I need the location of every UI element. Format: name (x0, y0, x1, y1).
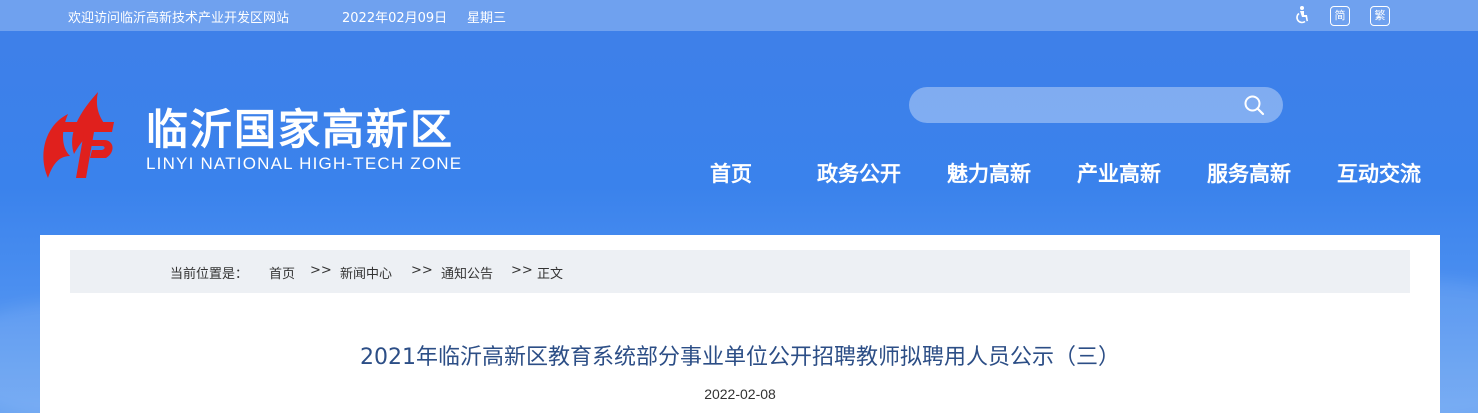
nav-item-government-affairs[interactable]: 政务公开 (817, 158, 901, 188)
breadcrumb-prefix: 当前位置是： (170, 267, 249, 282)
site-subtitle: LINYI NATIONAL HIGH-TECH ZONE (146, 154, 463, 173)
accessibility-icon[interactable] (1292, 5, 1312, 25)
breadcrumb-separator: >> (310, 263, 332, 278)
content-panel: 当前位置是： 首页 >> 新闻中心 >> 通知公告 >> 正文 2021年临沂高… (40, 235, 1440, 413)
nav-item-service[interactable]: 服务高新 (1207, 158, 1291, 188)
nav-item-home[interactable]: 首页 (710, 158, 752, 188)
site-title[interactable]: 临沂国家高新区 (146, 96, 454, 157)
top-bar: 欢迎访问临沂高新技术产业开发区网站 2022年02月09日 星期三 简 繁 (0, 0, 1478, 31)
welcome-text: 欢迎访问临沂高新技术产业开发区网站 (68, 11, 290, 26)
breadcrumb-item-news-center[interactable]: 新闻中心 (340, 263, 392, 282)
search-box (909, 87, 1283, 123)
page: 欢迎访问临沂高新技术产业开发区网站 2022年02月09日 星期三 简 繁 临沂… (0, 0, 1478, 413)
search-icon[interactable] (1243, 94, 1265, 116)
traditional-chinese-button[interactable]: 繁 (1370, 6, 1390, 26)
article-title: 2021年临沂高新区教育系统部分事业单位公开招聘教师拟聘用人员公示（三） (360, 345, 1120, 370)
current-date: 2022年02月09日 (342, 11, 448, 26)
breadcrumb-separator: >> (411, 263, 433, 278)
breadcrumb: 当前位置是： 首页 >> 新闻中心 >> 通知公告 >> 正文 (70, 250, 1410, 293)
current-weekday: 星期三 (467, 11, 507, 26)
site-logo-icon[interactable] (40, 86, 120, 186)
breadcrumb-item-home[interactable]: 首页 (269, 263, 295, 282)
article-date: 2022-02-08 (704, 386, 776, 402)
breadcrumb-item-notices[interactable]: 通知公告 (441, 263, 493, 282)
nav-item-interaction[interactable]: 互动交流 (1337, 158, 1421, 188)
breadcrumb-separator: >> (511, 263, 533, 278)
search-input[interactable] (923, 93, 1237, 119)
nav-item-charm[interactable]: 魅力高新 (947, 158, 1031, 188)
simplified-chinese-button[interactable]: 简 (1330, 6, 1350, 26)
breadcrumb-item-current: 正文 (537, 267, 564, 282)
nav-item-industry[interactable]: 产业高新 (1077, 158, 1161, 188)
